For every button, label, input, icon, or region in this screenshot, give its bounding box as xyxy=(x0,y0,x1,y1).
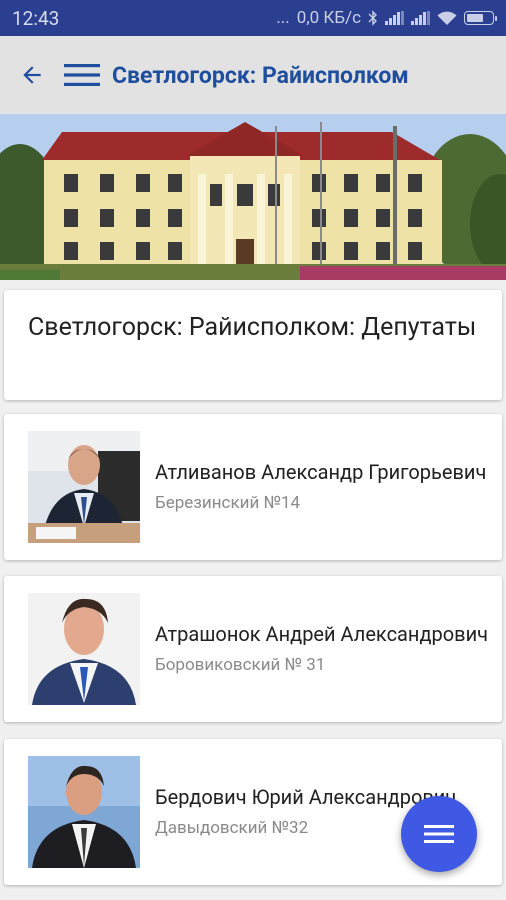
drawer-menu-button[interactable] xyxy=(62,57,102,93)
status-dots: ... xyxy=(276,8,290,28)
status-time: 12:43 xyxy=(12,6,60,30)
wifi-icon xyxy=(437,11,457,25)
back-button[interactable] xyxy=(14,57,50,93)
signal-icon xyxy=(385,11,404,25)
deputy-card[interactable]: Атрашонок Андрей Александрович Боровиков… xyxy=(4,576,502,722)
building-banner-image xyxy=(0,114,506,280)
deputy-photo xyxy=(28,756,140,868)
hamburger-menu-icon xyxy=(64,64,100,86)
deputy-name: Атливанов Александр Григорьевич xyxy=(155,460,487,484)
bluetooth-icon xyxy=(368,10,377,26)
battery-icon xyxy=(464,11,497,25)
deputy-photo xyxy=(28,431,140,543)
fab-menu-button[interactable] xyxy=(401,796,477,872)
status-right: ... 0,0 КБ/с xyxy=(276,8,497,28)
deputy-card[interactable]: Атливанов Александр Григорьевич Березинс… xyxy=(4,414,502,560)
menu-icon xyxy=(424,825,454,843)
deputy-district: Боровиковский № 31 xyxy=(155,655,326,675)
deputy-photo xyxy=(28,593,140,705)
deputy-district: Березинский №14 xyxy=(155,493,301,513)
section-header-card: Светлогорск: Райисполком: Депутаты xyxy=(4,290,502,400)
deputy-name: Атрашонок Андрей Александрович xyxy=(155,622,489,646)
network-speed: 0,0 КБ/с xyxy=(296,8,361,28)
arrow-back-icon xyxy=(23,66,41,84)
app-title: Светлогорск: Райисполком xyxy=(112,61,409,89)
signal-icon-2 xyxy=(411,11,430,25)
app-bar: Светлогорск: Райисполком xyxy=(0,36,506,114)
status-bar: 12:43 ... 0,0 КБ/с xyxy=(0,0,506,36)
section-title: Светлогорск: Райисполком: Депутаты xyxy=(28,313,477,342)
